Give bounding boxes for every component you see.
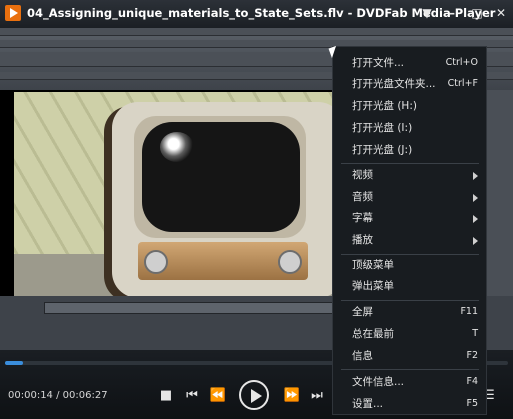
context-menu: 打开文件... Ctrl+O 打开光盘文件夹... Ctrl+F 打开光盘 (H:)…: [332, 46, 487, 415]
app-logo-icon: [5, 5, 21, 21]
play-button[interactable]: [239, 380, 269, 410]
rewind-button[interactable]: ⏪: [208, 386, 228, 406]
menu-item-always-on-top[interactable]: 总在最前 T: [333, 323, 486, 345]
menu-item-open-disc-folder[interactable]: 打开光盘文件夹... Ctrl+F: [333, 73, 486, 95]
menu-dropdown-button[interactable]: ▼: [418, 4, 436, 22]
menu-item-fullscreen[interactable]: 全屏 F11: [333, 301, 486, 323]
stop-button[interactable]: ■: [158, 386, 174, 406]
time-display: 00:00:14 / 00:06:27: [8, 390, 108, 401]
tv-control-panel: [138, 242, 308, 280]
tv-screen-glare: [160, 132, 194, 162]
next-button[interactable]: ⏭: [308, 386, 326, 406]
tv-knob-icon: [144, 250, 168, 274]
menu-item-playback[interactable]: 播放: [333, 229, 486, 251]
previous-button[interactable]: ⏮: [183, 386, 201, 406]
menu-item-open-disc-j[interactable]: 打开光盘 (J:): [333, 139, 486, 161]
menu-item-subtitles[interactable]: 字幕: [333, 207, 486, 229]
minimize-button[interactable]: –: [443, 4, 461, 22]
retro-tv: [112, 102, 344, 296]
submenu-arrow-icon: [473, 215, 478, 223]
menu-item-open-file[interactable]: 打开文件... Ctrl+O: [333, 52, 486, 74]
maximize-button[interactable]: □: [468, 4, 486, 22]
submenu-arrow-icon: [473, 194, 478, 202]
fast-forward-button[interactable]: ⏩: [282, 386, 302, 406]
submenu-arrow-icon: [473, 237, 478, 245]
submenu-arrow-icon: [473, 172, 478, 180]
video-content-timeline: [44, 302, 336, 314]
seek-bar-fill: [5, 361, 24, 365]
menu-item-open-disc-i[interactable]: 打开光盘 (I:): [333, 117, 486, 139]
video-content-strip: [0, 28, 513, 36]
menu-item-video[interactable]: 视频: [333, 164, 486, 186]
title-bar: 04_Assigning_unique_materials_to_State_S…: [0, 0, 513, 28]
tv-screen: [142, 122, 300, 232]
menu-item-settings[interactable]: 设置... F5: [333, 393, 486, 415]
menu-item-popup-menu[interactable]: 弹出菜单: [333, 275, 486, 297]
menu-item-audio[interactable]: 音频: [333, 186, 486, 208]
video-content-sidebar: [484, 90, 513, 296]
tv-knob-icon: [278, 250, 302, 274]
menu-item-open-disc-h[interactable]: 打开光盘 (H:): [333, 95, 486, 117]
menu-item-info[interactable]: 信息 F2: [333, 345, 486, 367]
menu-item-file-info[interactable]: 文件信息... F4: [333, 371, 486, 393]
menu-separator: [341, 369, 479, 370]
close-button[interactable]: ✕: [492, 4, 510, 22]
menu-item-top-menu[interactable]: 顶级菜单: [333, 254, 486, 276]
